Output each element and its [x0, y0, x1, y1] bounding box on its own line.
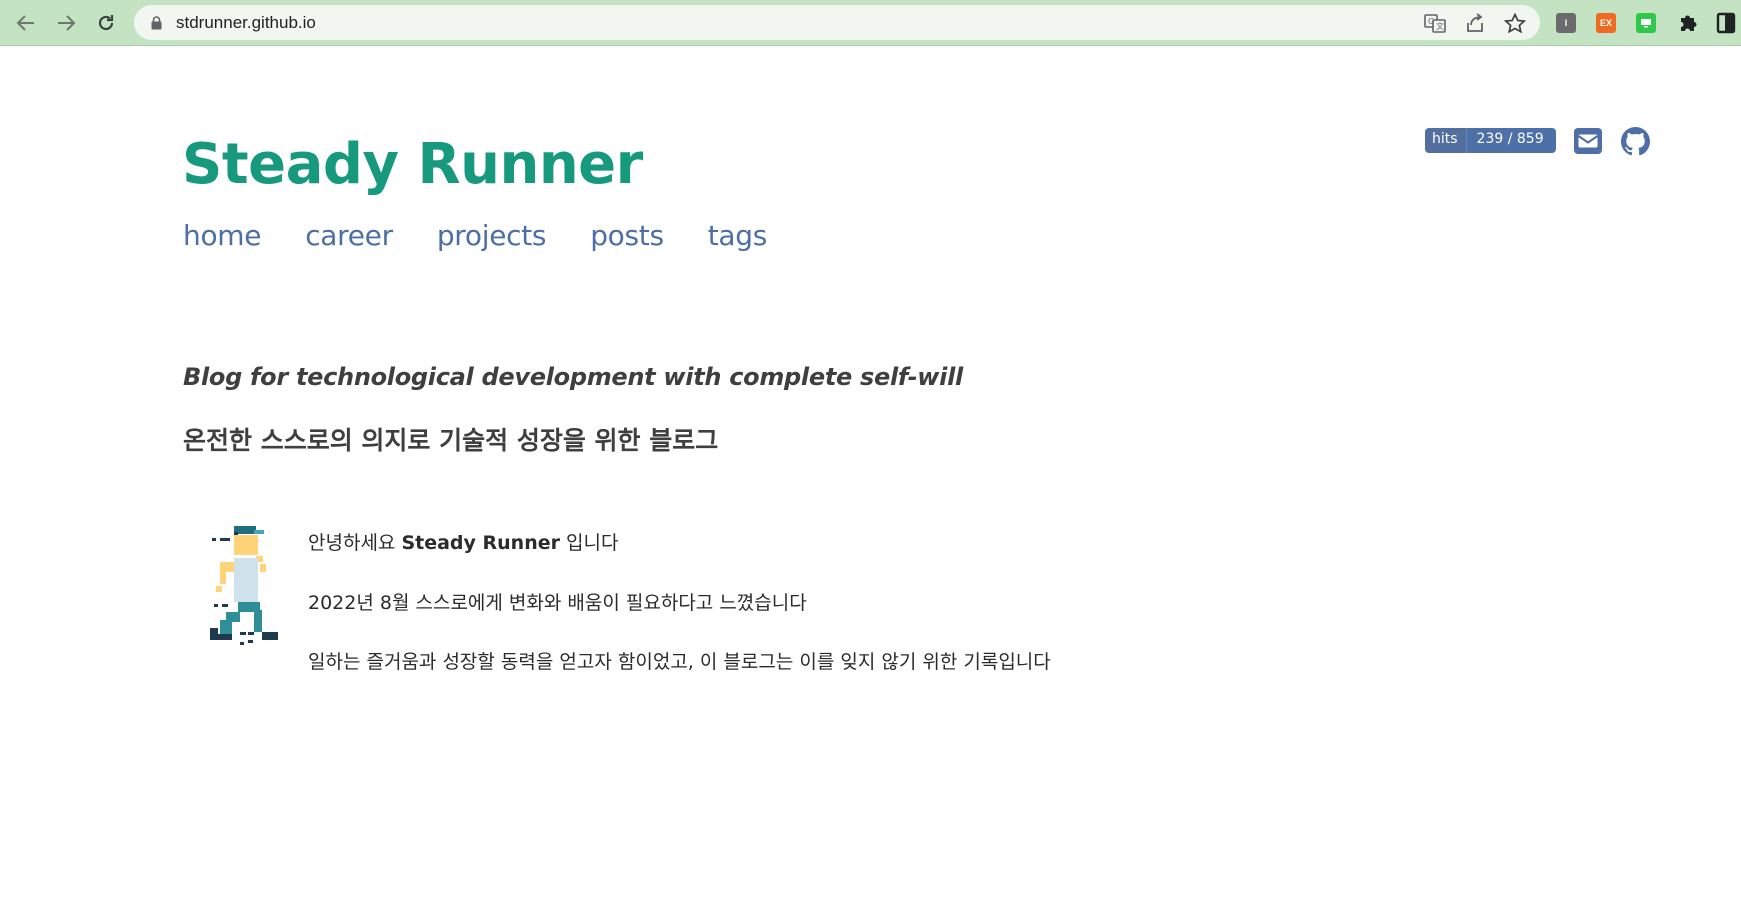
- nav-link-tags[interactable]: tags: [708, 219, 768, 252]
- tagline-english: Blog for technological development with …: [183, 363, 963, 391]
- nav-link-projects[interactable]: projects: [437, 219, 547, 252]
- main-nav: home career projects posts tags: [183, 219, 767, 252]
- browser-toolbar: stdrunner.github.io G文 I EX: [0, 0, 1741, 46]
- translate-icon[interactable]: G文: [1424, 13, 1446, 33]
- reload-icon: [98, 15, 114, 31]
- ex-extension-icon[interactable]: EX: [1596, 13, 1616, 33]
- forward-button[interactable]: [51, 9, 81, 37]
- instapaper-extension-icon[interactable]: I: [1556, 13, 1576, 33]
- greeting-suffix: 입니다: [560, 532, 619, 554]
- nav-link-posts[interactable]: posts: [590, 219, 664, 252]
- url-text: stdrunner.github.io: [176, 13, 316, 32]
- lock-icon: [151, 16, 162, 30]
- intro-greeting: 안녕하세요 Steady Runner 입니다: [308, 528, 618, 555]
- nav-link-home[interactable]: home: [183, 219, 261, 252]
- svg-text:文: 文: [1436, 21, 1444, 31]
- hits-badge-count: 239 / 859: [1466, 128, 1556, 153]
- arrow-left-icon: [16, 15, 34, 31]
- nav-link-career[interactable]: career: [305, 219, 393, 252]
- hits-counter-badge: hits 239 / 859: [1425, 128, 1556, 153]
- monitor-icon: [1641, 19, 1651, 28]
- address-bar[interactable]: stdrunner.github.io G文: [134, 5, 1540, 40]
- share-icon[interactable]: [1464, 13, 1486, 33]
- extensions-puzzle-icon[interactable]: [1677, 12, 1699, 34]
- runner-avatar: [210, 526, 278, 645]
- envelope-icon[interactable]: [1574, 128, 1602, 154]
- bookmark-star-icon[interactable]: [1504, 13, 1526, 33]
- reload-button[interactable]: [91, 9, 121, 37]
- tagline-korean: 온전한 스스로의 의지로 기술적 성장을 위한 블로그: [183, 426, 719, 455]
- intro-line-3: 일하는 즐거움과 성장할 동력을 얻고자 함이었고, 이 블로그는 이를 잊지 …: [308, 651, 1051, 673]
- screen-extension-icon[interactable]: [1636, 13, 1656, 33]
- site-title[interactable]: Steady Runner: [182, 132, 643, 197]
- arrow-right-icon: [58, 15, 76, 31]
- greeting-name: Steady Runner: [401, 532, 560, 554]
- hits-badge-label: hits: [1425, 128, 1467, 153]
- greeting-prefix: 안녕하세요: [308, 532, 402, 554]
- back-button[interactable]: [11, 9, 41, 37]
- github-icon[interactable]: [1621, 127, 1650, 156]
- side-panel-icon[interactable]: [1716, 12, 1736, 34]
- intro-line-2: 2022년 8월 스스로에게 변화와 배움이 필요하다고 느꼈습니다: [308, 592, 807, 614]
